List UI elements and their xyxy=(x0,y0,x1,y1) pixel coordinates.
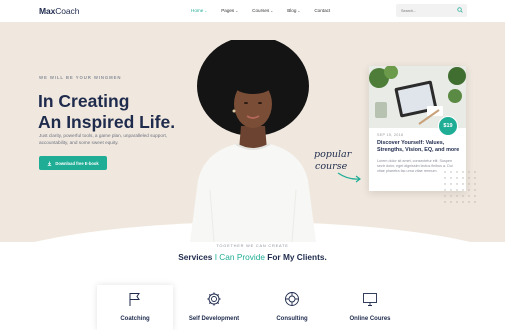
nav-item-pages[interactable]: Pages ⌄ xyxy=(221,8,238,13)
search-box xyxy=(396,4,467,17)
site-header: MaxCoach Home ⌄ Pages ⌄ Courses ⌄ Blog ⌄ Con… xyxy=(0,0,505,22)
nav-item-home[interactable]: Home ⌄ xyxy=(191,8,207,13)
service-card-coaching[interactable]: Coatching xyxy=(97,285,173,330)
nav-item-contact[interactable]: Contact xyxy=(314,8,330,13)
dot-pattern-decoration xyxy=(444,171,476,203)
chevron-down-icon: ⌄ xyxy=(297,8,301,13)
lifebuoy-icon xyxy=(285,292,299,306)
monitor-icon xyxy=(363,293,377,306)
hero-portrait xyxy=(190,40,316,242)
course-date: SEP 15, 2018 xyxy=(377,133,404,137)
svg-text:popular: popular xyxy=(314,149,353,160)
nav-item-courses[interactable]: Courses ⌄ xyxy=(252,8,273,13)
service-card-consulting[interactable]: Consulting xyxy=(254,285,330,330)
nav-item-blog[interactable]: Blog ⌄ xyxy=(287,8,300,13)
hero-description: Just clarity, powerful tools, a game pla… xyxy=(39,133,168,145)
service-card-self-development[interactable]: Self Development xyxy=(176,285,252,330)
download-icon xyxy=(48,161,52,166)
chevron-down-icon: ⌄ xyxy=(235,8,239,13)
course-title[interactable]: Discover Yourself: Values, Strengths, Vi… xyxy=(377,140,461,154)
hero-title: In Creating An Inspired Life. xyxy=(38,91,176,132)
services-eyebrow: TOGETHER WE CAN CREATE xyxy=(216,243,289,248)
services-title: Services I Can Provide For My Clients. xyxy=(178,252,327,262)
search-icon[interactable] xyxy=(457,7,463,13)
download-ebook-button[interactable]: Download free E-book xyxy=(39,156,107,170)
hero-eyebrow: WE WILL BE YOUR WINGMEN xyxy=(39,75,122,80)
service-card-online-courses[interactable]: Online Coures xyxy=(332,285,408,330)
flag-icon xyxy=(129,293,140,306)
site-logo[interactable]: MaxCoach xyxy=(39,6,79,16)
search-input[interactable] xyxy=(401,7,451,14)
course-price-badge: $19 xyxy=(438,116,458,136)
main-nav: Home ⌄ Pages ⌄ Courses ⌄ Blog ⌄ Contact xyxy=(191,8,330,13)
gear-icon xyxy=(207,292,221,306)
chevron-down-icon: ⌄ xyxy=(270,8,274,13)
chevron-down-icon: ⌄ xyxy=(204,8,208,13)
popular-course-script: popular course xyxy=(314,149,361,183)
svg-text:course: course xyxy=(315,161,348,172)
